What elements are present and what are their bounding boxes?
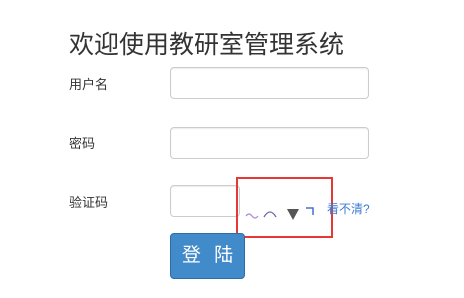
captcha-highlight-box (236, 177, 333, 238)
page-title: 欢迎使用教研室管理系统 (69, 31, 345, 59)
captcha-refresh-link[interactable]: 看不清? (327, 201, 370, 217)
username-input[interactable] (170, 67, 369, 99)
captcha-input[interactable] (170, 185, 240, 217)
login-button[interactable]: 登 陆 (170, 233, 245, 279)
username-label: 用户名 (69, 77, 109, 92)
password-input[interactable] (170, 127, 369, 159)
captcha-label: 验证码 (69, 195, 109, 210)
password-label: 密码 (69, 136, 96, 151)
login-page: 欢迎使用教研室管理系统 用户名 密码 验证码 看不清? 登 陆 (0, 0, 464, 298)
